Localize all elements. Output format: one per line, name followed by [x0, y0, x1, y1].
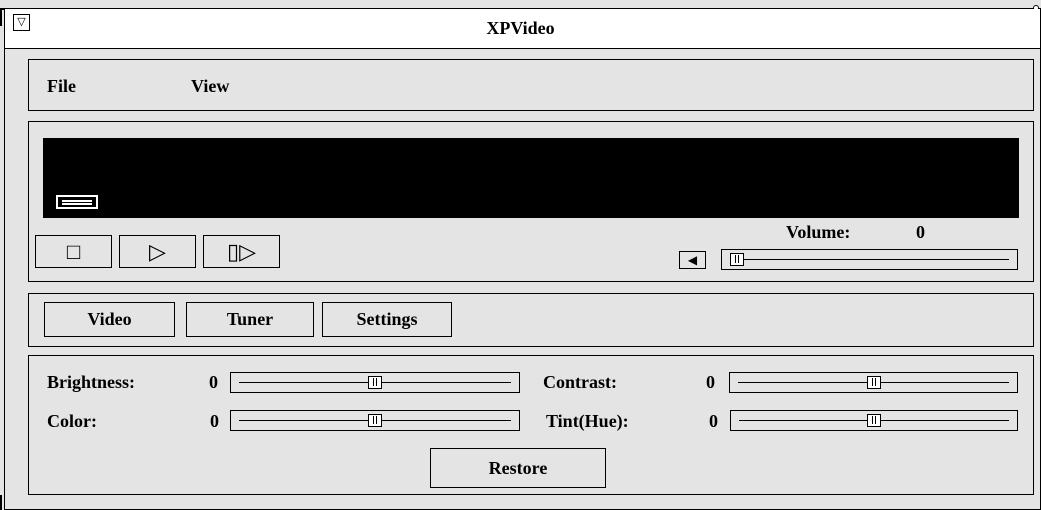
video-control-icon[interactable]	[56, 195, 98, 209]
play-button[interactable]: ▷	[119, 235, 196, 268]
video-display	[43, 138, 1019, 218]
stop-button[interactable]: □	[35, 235, 112, 268]
menu-view[interactable]: View	[191, 76, 229, 97]
contrast-slider-thumb[interactable]	[866, 375, 881, 389]
color-slider-thumb[interactable]	[368, 413, 382, 427]
volume-value: 0	[916, 222, 925, 242]
play-icon: ▷	[149, 238, 166, 264]
mute-button[interactable]: ◀	[679, 251, 706, 269]
color-slider[interactable]	[230, 410, 520, 431]
pause-icon: ▯▷	[226, 238, 257, 264]
tint-value: 0	[709, 411, 718, 431]
window-corner-bottom	[0, 495, 2, 510]
tint-slider-thumb[interactable]	[867, 413, 881, 427]
color-label: Color:	[47, 411, 97, 431]
tab-settings[interactable]: Settings	[322, 302, 452, 337]
volume-slider-track	[730, 258, 1009, 260]
color-value: 0	[210, 411, 219, 431]
contrast-label: Contrast:	[543, 372, 617, 392]
pause-button[interactable]: ▯▷	[203, 235, 280, 268]
menu-bar	[28, 59, 1034, 111]
tint-slider[interactable]	[730, 410, 1018, 431]
tint-label: Tint(Hue):	[546, 411, 629, 431]
tab-video[interactable]: Video	[44, 302, 175, 337]
window-title: XPVideo	[486, 18, 555, 38]
restore-button[interactable]: Restore	[430, 448, 606, 488]
brightness-slider[interactable]	[230, 372, 520, 393]
menu-file[interactable]: File	[47, 76, 76, 97]
brightness-slider-thumb[interactable]	[368, 375, 382, 389]
brightness-value: 0	[209, 372, 218, 392]
contrast-value: 0	[706, 372, 715, 392]
stop-icon: □	[66, 238, 81, 264]
speaker-icon: ◀	[687, 252, 698, 267]
volume-label: Volume:	[786, 222, 851, 242]
tab-tuner[interactable]: Tuner	[186, 302, 314, 337]
tabs-bar	[28, 293, 1034, 347]
volume-slider-thumb[interactable]	[730, 252, 744, 266]
volume-slider[interactable]	[721, 249, 1018, 270]
brightness-label: Brightness:	[47, 372, 136, 392]
contrast-slider[interactable]	[729, 372, 1018, 393]
